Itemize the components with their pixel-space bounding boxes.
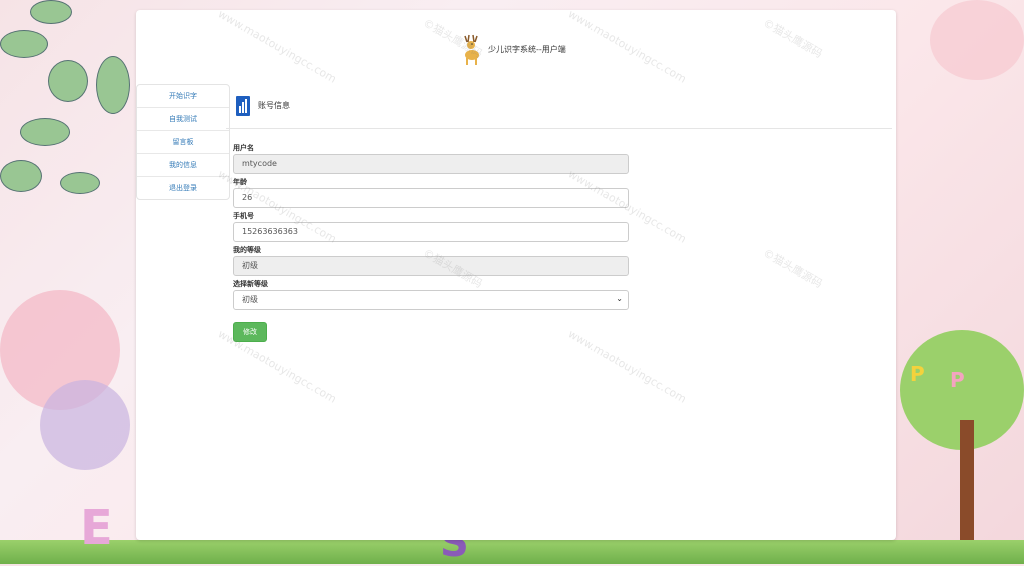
app-title: 少儿识字系统--用户端	[488, 45, 566, 54]
letter-decoration: E	[80, 500, 113, 556]
level-field: 初级	[233, 256, 629, 276]
account-form: 用户名 mtycode 年龄 26 手机号 15263636363 我的等级 初…	[233, 143, 629, 313]
username-field: mtycode	[233, 154, 629, 174]
leaf-decoration	[0, 160, 42, 192]
sidebar-item-start-learning[interactable]: 开始识字	[137, 85, 229, 108]
modify-button[interactable]: 修改	[233, 322, 267, 342]
leaf-decoration	[20, 118, 70, 146]
leaf-decoration	[48, 60, 88, 102]
divider	[226, 128, 892, 129]
age-label: 年龄	[233, 178, 247, 186]
letter-decoration: P	[910, 362, 925, 386]
deer-logo-icon	[464, 34, 479, 65]
ground-decoration	[0, 540, 1024, 564]
sidebar-item-my-info[interactable]: 我的信息	[137, 154, 229, 177]
phone-field[interactable]: 15263636363	[233, 222, 629, 242]
level-label: 我的等级	[233, 246, 261, 254]
phone-label: 手机号	[233, 212, 254, 220]
flower-decoration	[930, 0, 1024, 80]
leaf-decoration	[60, 172, 100, 194]
leaf-decoration	[30, 0, 72, 24]
tree-trunk-decoration	[960, 420, 974, 540]
bar-chart-icon	[236, 96, 250, 116]
age-field[interactable]: 26	[233, 188, 629, 208]
new-level-select[interactable]: 初级 ⌄	[233, 290, 629, 310]
letter-decoration: P	[950, 368, 965, 392]
sidebar: 开始识字 自我测试 留言板 我的信息 退出登录	[136, 84, 230, 200]
section-title: 账号信息	[258, 101, 290, 110]
sidebar-item-self-test[interactable]: 自我测试	[137, 108, 229, 131]
leaf-decoration	[96, 56, 130, 114]
leaf-decoration	[0, 30, 48, 58]
sidebar-item-message-board[interactable]: 留言板	[137, 131, 229, 154]
flower-decoration	[40, 380, 130, 470]
sidebar-item-logout[interactable]: 退出登录	[137, 177, 229, 199]
header: 少儿识字系统--用户端	[136, 10, 896, 80]
chevron-down-icon: ⌄	[616, 294, 623, 303]
username-label: 用户名	[233, 144, 254, 152]
new-level-selected-value: 初级	[233, 290, 629, 310]
new-level-label: 选择新等级	[233, 280, 268, 288]
